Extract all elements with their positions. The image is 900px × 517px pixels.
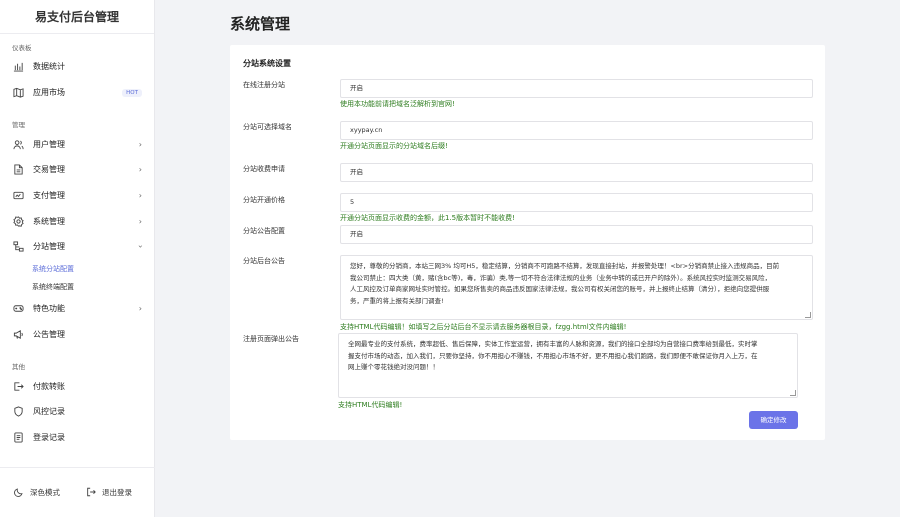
chevron-right-icon: › — [138, 304, 142, 314]
resize-handle-icon[interactable] — [805, 312, 811, 318]
sidebar-item-label: 特色功能 — [33, 304, 65, 314]
chevron-down-icon: › — [135, 245, 145, 249]
sidebar-item-label: 付款转账 — [33, 381, 65, 391]
sidebar-item-label: 分站管理 — [33, 242, 65, 252]
domain-input[interactable]: xyypay.cn — [340, 121, 813, 140]
sidebar-item-site[interactable]: 分站管理 › — [0, 234, 154, 260]
fee-apply-label: 分站收费申请 — [243, 165, 285, 173]
section-dashboard: 仪表板 — [12, 44, 32, 52]
sidebar-item-label: 数据统计 — [33, 62, 65, 72]
map-icon — [12, 87, 24, 99]
submit-button[interactable]: 确定修改 — [749, 411, 798, 429]
bar-chart-icon — [12, 61, 24, 73]
price-label: 分站开通价格 — [243, 196, 285, 204]
sidebar-item-risk[interactable]: 风控记录 — [0, 399, 154, 425]
sidebar-item-feature[interactable]: 特色功能 › — [0, 296, 154, 322]
card-title: 分站系统设置 — [243, 59, 291, 68]
online-register-hint: 使用本功能前请把域名泛解析到官网! — [340, 100, 455, 108]
chevron-right-icon: › — [138, 191, 142, 201]
sidebar-item-market[interactable]: 应用市场 HOT — [0, 80, 154, 106]
sidebar-footer: 深色模式 退出登录 — [0, 467, 155, 517]
sidebar-item-label: 公告管理 — [33, 329, 65, 339]
sidebar-item-notice[interactable]: 公告管理 — [0, 322, 154, 348]
sidebar-item-trade[interactable]: 交易管理 › — [0, 157, 154, 183]
credit-card-icon — [12, 190, 24, 202]
sidebar-item-label: 交易管理 — [33, 165, 65, 175]
sidebar-item-users[interactable]: 用户管理 › — [0, 131, 154, 157]
sidebar-subitem-site-config[interactable]: 系统分站配置 — [0, 260, 154, 278]
app-title: 易支付后台管理 — [0, 0, 154, 34]
resize-handle-icon[interactable] — [790, 390, 796, 396]
notice-config-select[interactable]: 开启 — [340, 225, 813, 244]
textarea-line: 网上赚个零花钱绝对没问题！！ — [348, 363, 439, 371]
sidebar-item-label: 登录记录 — [33, 432, 65, 442]
price-input[interactable]: 5 — [340, 193, 813, 212]
gear-icon — [12, 215, 24, 227]
export-icon — [12, 380, 24, 392]
logout-label: 退出登录 — [102, 488, 132, 497]
online-register-label: 在线注册分站 — [243, 81, 285, 89]
megaphone-icon — [12, 328, 24, 340]
moon-icon — [14, 487, 24, 499]
section-manage: 管理 — [12, 121, 25, 130]
sidebar-item-transfer[interactable]: 付款转账 — [0, 373, 154, 399]
dark-mode-label: 深色模式 — [30, 488, 60, 497]
document-icon — [12, 164, 24, 176]
chevron-right-icon: › — [138, 165, 142, 175]
textarea-line: 务，严重的将上报有关部门调查! — [350, 296, 444, 305]
backend-notice-label: 分站后台公告 — [243, 257, 285, 265]
popup-notice-textarea[interactable]: 全网最专业的支付系统，费率超低、售后保障，实体工作室运营，拥有丰富的人脉和资源，… — [338, 333, 798, 398]
sidebar-item-label: 风控记录 — [33, 407, 65, 417]
dark-mode-toggle[interactable]: 深色模式 — [14, 487, 60, 499]
textarea-line: 您好，尊敬的分销商，本站三网3% 均可H5，稳定结算，分销商不可跑路不结算，发现… — [350, 262, 780, 270]
backend-notice-hint: 支持HTML代码编辑！如填写之后分站后台不显示请去服务器根目录，fzgg.htm… — [340, 323, 627, 331]
sidebar-item-label: 系统管理 — [33, 216, 65, 226]
logout-button[interactable]: 退出登录 — [86, 487, 132, 499]
page-title: 系统管理 — [230, 15, 291, 33]
sidebar-item-label: 应用市场 — [33, 88, 65, 98]
section-other: 其他 — [12, 363, 25, 372]
logout-icon — [86, 487, 96, 499]
sidebar-item-login[interactable]: 登录记录 — [0, 425, 154, 451]
users-icon — [12, 138, 24, 150]
textarea-line: 我公司禁止：四大类（黄，赌(含bc等)，毒，诈骗）类,等一切不符合法律法规的业务… — [350, 273, 772, 282]
sidebar-subitem-terminal-config[interactable]: 系统终端配置 — [0, 278, 154, 296]
chevron-right-icon: › — [138, 139, 142, 149]
sidebar-item-stats[interactable]: 数据统计 — [0, 54, 154, 80]
list-icon — [12, 431, 24, 443]
popup-notice-hint: 支持HTML代码编辑! — [338, 401, 403, 409]
textarea-line: 人工风控及订单商家网址实时管控。如果您所售卖的商品违反国家法律法规，我公司有权关… — [350, 285, 770, 293]
backend-notice-textarea[interactable]: 您好，尊敬的分销商，本站三网3% 均可H5，稳定结算，分销商不可跑路不结算，发现… — [340, 255, 813, 320]
sitemap-icon — [12, 241, 24, 253]
sidebar-item-pay[interactable]: 支付管理 › — [0, 183, 154, 209]
shield-icon — [12, 406, 24, 418]
domain-hint: 开通分站页面显示的分站域名后缀! — [340, 142, 448, 150]
gamepad-icon — [12, 303, 24, 315]
hot-badge: HOT — [122, 88, 142, 97]
sidebar-item-system[interactable]: 系统管理 › — [0, 208, 154, 234]
fee-apply-select[interactable]: 开启 — [340, 163, 813, 182]
price-hint: 开通分站页面显示收费的金额，此1.5版本暂时不能收费! — [340, 214, 515, 222]
textarea-line: 全网最专业的支付系统，费率超低、售后保障，实体工作室运营，拥有丰富的人脉和资源，… — [348, 340, 758, 348]
textarea-line: 握支付市场的动态，加入我们，只要你坚持，你不用担心不赚钱，不用担心市场不好，更不… — [348, 351, 758, 360]
settings-card: 分站系统设置 在线注册分站 开启 使用本功能前请把域名泛解析到官网! 分站可选择… — [230, 45, 825, 440]
domain-label: 分站可选择域名 — [243, 123, 292, 131]
sidebar-item-label: 用户管理 — [33, 139, 65, 149]
sidebar-item-label: 支付管理 — [33, 191, 65, 201]
notice-config-label: 分站公告配置 — [243, 227, 285, 235]
popup-notice-label: 注册页面弹出公告 — [243, 335, 299, 343]
sidebar: 易支付后台管理 仪表板 数据统计 应用市场 HOT 管理 用户管理 › 交易管理… — [0, 0, 155, 517]
online-register-select[interactable]: 开启 — [340, 79, 813, 98]
chevron-right-icon: › — [138, 216, 142, 226]
